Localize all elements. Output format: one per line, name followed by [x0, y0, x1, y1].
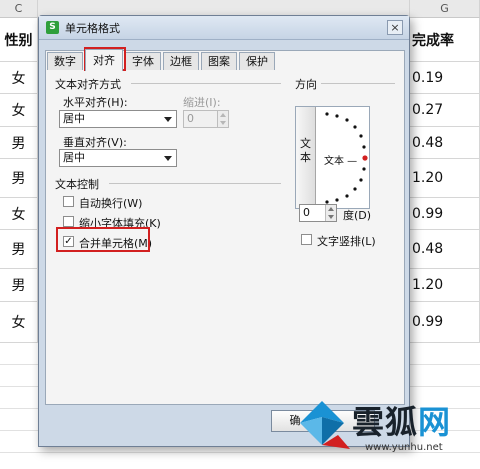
- orientation-sample-text: 文本 —: [324, 156, 358, 167]
- rate-cell[interactable]: 0.27: [410, 94, 480, 127]
- text-alignment-group-label: 文本对齐方式: [55, 78, 121, 91]
- watermark: 雲狐网 www.yunhu.net: [292, 391, 478, 465]
- watermark-brand: 雲狐网: [352, 397, 451, 443]
- watermark-char: 网: [418, 403, 452, 441]
- wrap-text-option[interactable]: 自动换行(W): [63, 195, 183, 210]
- chevron-down-icon: [164, 117, 172, 122]
- horizontal-align-label: 水平对齐(H):: [63, 96, 128, 109]
- degree-label: 度(D): [343, 209, 372, 222]
- indent-value: 0: [187, 112, 194, 125]
- tab-font[interactable]: 字体: [125, 52, 161, 70]
- vertical-align-select[interactable]: 居中: [59, 149, 177, 167]
- format-cells-dialog: S 单元格格式 × 数字 对齐 字体 边框 图案 保护 文本对齐方式 水平对齐(…: [38, 15, 410, 447]
- degree-value: 0: [303, 206, 310, 219]
- gender-cell[interactable]: 女: [0, 94, 38, 127]
- vertical-align-label: 垂直对齐(V):: [63, 136, 127, 149]
- rate-header-cell[interactable]: 完成率: [410, 18, 480, 62]
- indent-label: 缩进(I):: [183, 96, 221, 109]
- dialog-titlebar[interactable]: S 单元格格式 ×: [39, 16, 409, 40]
- gender-cell[interactable]: 女: [0, 198, 38, 230]
- spreadsheet-app-icon: S: [46, 21, 59, 34]
- gender-header-cell[interactable]: 性别: [0, 18, 38, 62]
- dialog-title: 单元格格式: [65, 22, 120, 35]
- vertical-text-char: 文: [300, 137, 311, 150]
- gender-cell[interactable]: 女: [0, 62, 38, 94]
- vertical-layout-label: 文字竖排(L): [317, 235, 376, 248]
- group-divider: [109, 183, 281, 184]
- gender-cell[interactable]: 男: [0, 230, 38, 269]
- column-header-c[interactable]: C: [0, 0, 38, 18]
- gender-cell[interactable]: 男: [0, 127, 38, 159]
- rate-cell[interactable]: 0.19: [410, 62, 480, 94]
- vertical-layout-option[interactable]: 文字竖排(L): [301, 233, 391, 248]
- watermark-url: www.yunhu.net: [365, 442, 443, 453]
- text-control-group-label: 文本控制: [55, 178, 99, 191]
- orientation-box: 文 本 文本 —: [295, 106, 370, 209]
- horizontal-align-value: 居中: [63, 112, 85, 125]
- rate-cell[interactable]: 0.48: [410, 230, 480, 269]
- shrink-to-fit-checkbox[interactable]: [63, 216, 74, 227]
- chevron-down-icon: [164, 156, 172, 161]
- degree-stepper[interactable]: 0: [299, 204, 337, 222]
- group-divider: [321, 83, 395, 84]
- watermark-char: 狐: [385, 403, 419, 441]
- watermark-char: 雲: [352, 403, 386, 441]
- rate-cell[interactable]: 0.99: [410, 302, 480, 343]
- rate-cell[interactable]: 0.99: [410, 198, 480, 230]
- fox-logo-icon: [300, 401, 350, 449]
- column-header-g[interactable]: G: [410, 0, 480, 18]
- rate-cell[interactable]: 1.20: [410, 269, 480, 302]
- gender-cell[interactable]: 男: [0, 269, 38, 302]
- vertical-align-value: 居中: [63, 151, 85, 164]
- stepper-arrows-icon: [325, 205, 336, 221]
- tab-protection[interactable]: 保护: [239, 52, 275, 70]
- wrap-text-label: 自动换行(W): [79, 197, 143, 210]
- merge-cells-highlight: [56, 227, 150, 252]
- close-button[interactable]: ×: [387, 20, 403, 35]
- tab-alignment[interactable]: 对齐: [85, 49, 123, 71]
- rate-cell[interactable]: 1.20: [410, 159, 480, 198]
- orientation-group-label: 方向: [295, 78, 317, 91]
- gender-cell[interactable]: 女: [0, 302, 38, 343]
- tab-border[interactable]: 边框: [163, 52, 199, 70]
- stepper-arrows-icon: [217, 111, 228, 127]
- horizontal-align-select[interactable]: 居中: [59, 110, 177, 128]
- wrap-text-checkbox[interactable]: [63, 196, 74, 207]
- tab-pattern[interactable]: 图案: [201, 52, 237, 70]
- rate-cell[interactable]: 0.48: [410, 127, 480, 159]
- indent-stepper[interactable]: 0: [183, 110, 229, 128]
- vertical-text-button[interactable]: 文 本: [296, 107, 316, 208]
- vertical-text-char: 本: [300, 151, 311, 164]
- vertical-layout-checkbox[interactable]: [301, 234, 312, 245]
- group-divider: [131, 83, 281, 84]
- gender-cell[interactable]: 男: [0, 159, 38, 198]
- tab-number[interactable]: 数字: [47, 52, 83, 70]
